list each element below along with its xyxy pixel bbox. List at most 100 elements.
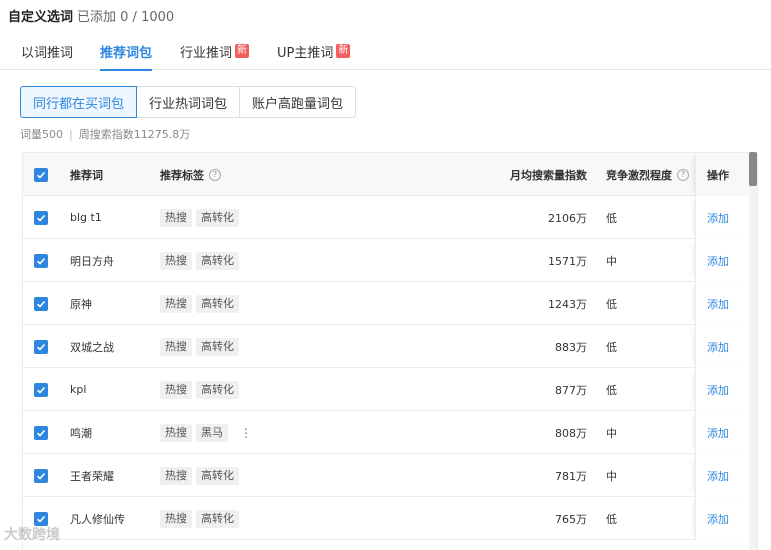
- check-icon: [36, 386, 46, 394]
- table-row: 明日方舟 热搜 高转化 1571万 中 添加: [23, 239, 757, 282]
- table-row: 王者荣耀 热搜 高转化 781万 中 添加: [23, 454, 757, 497]
- check-icon: [36, 214, 46, 222]
- select-all-checkbox[interactable]: [34, 167, 48, 182]
- keyword-table: 推荐词 推荐标签 ? 月均搜索量指数 竞争激烈程度 ? 操作 blg t1 热搜…: [22, 152, 758, 550]
- table-row: 鸣潮 热搜 黑马 ⋮ 808万 中 添加: [23, 411, 757, 454]
- segment-peers-buying[interactable]: 同行都在买词包: [20, 86, 138, 118]
- page-title: 自定义选词: [8, 9, 74, 25]
- tab-label: 以词推词: [21, 46, 74, 61]
- volume-cell: 808万: [555, 426, 587, 440]
- row-checkbox[interactable]: [34, 296, 48, 311]
- new-badge: 新: [336, 44, 351, 58]
- table-row: 凡人修仙传 热搜 高转化 765万 低 添加: [23, 497, 757, 540]
- keyword-cell: 双城之战: [70, 340, 114, 354]
- row-checkbox[interactable]: [34, 468, 48, 483]
- add-link[interactable]: 添加: [707, 339, 729, 355]
- keyword-cell: 王者荣耀: [70, 469, 114, 483]
- keyword-tag: 热搜: [160, 380, 192, 399]
- help-icon[interactable]: ?: [209, 168, 221, 181]
- package-segment-group: 同行都在买词包 行业热词词包 账户高跑量词包: [20, 86, 357, 118]
- competition-cell: 中: [606, 426, 617, 440]
- add-link[interactable]: 添加: [707, 425, 729, 441]
- keyword-tag: 高转化: [196, 466, 239, 485]
- volume-cell: 2106万: [548, 211, 587, 225]
- word-count: 词量500: [20, 128, 63, 141]
- table-row: kpl 热搜 高转化 877万 低 添加: [23, 368, 757, 411]
- scrollbar-thumb[interactable]: [749, 152, 757, 186]
- keyword-tag: 黑马: [196, 423, 228, 442]
- keyword-cell: 明日方舟: [70, 254, 114, 268]
- column-header-tags: 推荐标签 ?: [160, 153, 221, 196]
- competition-cell: 低: [606, 383, 617, 397]
- add-link[interactable]: 添加: [707, 253, 729, 269]
- tab-word-to-word[interactable]: 以词推词: [21, 42, 73, 70]
- competition-cell: 低: [606, 297, 617, 311]
- volume-cell: 883万: [555, 340, 587, 354]
- volume-cell: 781万: [555, 469, 587, 483]
- table-row: 原神 热搜 高转化 1243万 低 添加: [23, 282, 757, 325]
- tab-industry-words[interactable]: 行业推词 新: [180, 42, 250, 70]
- check-icon: [36, 171, 46, 179]
- keyword-cell: blg t1: [70, 211, 102, 224]
- keyword-tag: 热搜: [160, 423, 192, 442]
- row-checkbox[interactable]: [34, 425, 48, 440]
- tab-label: 行业推词: [180, 46, 233, 61]
- volume-cell: 765万: [555, 512, 587, 526]
- table-row: 双城之战 热搜 高转化 883万 低 添加: [23, 325, 757, 368]
- keyword-cell: 原神: [70, 297, 92, 311]
- tags-cell: 热搜 高转化: [160, 454, 243, 497]
- search-index: 周搜索指数11275.8万: [78, 128, 191, 141]
- package-stats: 词量500 | 周搜索指数11275.8万: [20, 126, 190, 142]
- add-link[interactable]: 添加: [707, 210, 729, 226]
- tab-bar: 以词推词 推荐词包 行业推词 新 UP主推词 新: [0, 36, 771, 71]
- help-icon[interactable]: ?: [677, 168, 689, 181]
- tags-cell: 热搜 高转化: [160, 239, 243, 282]
- add-link[interactable]: 添加: [707, 468, 729, 484]
- competition-cell: 低: [606, 512, 617, 526]
- volume-cell: 1243万: [548, 297, 587, 311]
- keyword-tag: 热搜: [160, 251, 192, 270]
- competition-cell: 低: [606, 340, 617, 354]
- page-header: 自定义选词 已添加 0 / 1000: [8, 6, 174, 25]
- check-icon: [36, 515, 46, 523]
- tab-label: 推荐词包: [100, 46, 153, 61]
- keyword-tag: 热搜: [160, 294, 192, 313]
- row-checkbox[interactable]: [34, 339, 48, 354]
- stats-divider: |: [69, 128, 73, 141]
- keyword-tag: 热搜: [160, 509, 192, 528]
- add-link[interactable]: 添加: [707, 511, 729, 527]
- column-header-volume: 月均搜索量指数: [510, 168, 587, 182]
- check-icon: [36, 472, 46, 480]
- tab-up-words[interactable]: UP主推词 新: [277, 42, 351, 70]
- segment-account-high-volume[interactable]: 账户高跑量词包: [239, 86, 357, 118]
- table-scrollbar[interactable]: [749, 152, 757, 550]
- row-checkbox[interactable]: [34, 253, 48, 268]
- keyword-cell: kpl: [70, 383, 87, 396]
- check-icon: [36, 343, 46, 351]
- segment-industry-hot[interactable]: 行业热词词包: [136, 86, 241, 118]
- keyword-cell: 凡人修仙传: [70, 512, 125, 526]
- add-link[interactable]: 添加: [707, 382, 729, 398]
- keyword-tag: 高转化: [196, 509, 239, 528]
- tags-cell: 热搜 高转化: [160, 368, 243, 411]
- keyword-tag: 热搜: [160, 337, 192, 356]
- row-checkbox[interactable]: [34, 382, 48, 397]
- check-icon: [36, 429, 46, 437]
- tags-cell: 热搜 高转化: [160, 497, 243, 540]
- add-link[interactable]: 添加: [707, 296, 729, 312]
- keyword-tag: 高转化: [196, 294, 239, 313]
- table-row: blg t1 热搜 高转化 2106万 低 添加: [23, 196, 757, 239]
- row-checkbox[interactable]: [34, 210, 48, 225]
- competition-cell: 中: [606, 469, 617, 483]
- tab-label: UP主推词: [277, 46, 334, 61]
- keyword-tag: 高转化: [196, 251, 239, 270]
- watermark: 大数跨境: [4, 527, 60, 543]
- keyword-tag: 热搜: [160, 208, 192, 227]
- tab-recommended-packages[interactable]: 推荐词包: [100, 42, 153, 71]
- keyword-tag: 热搜: [160, 466, 192, 485]
- tags-cell: 热搜 高转化: [160, 196, 243, 239]
- tags-cell: 热搜 黑马 ⋮: [160, 411, 252, 454]
- table-header-row: 推荐词 推荐标签 ? 月均搜索量指数 竞争激烈程度 ? 操作: [23, 153, 757, 196]
- tags-cell: 热搜 高转化: [160, 282, 243, 325]
- more-tags-icon[interactable]: ⋮: [240, 426, 252, 440]
